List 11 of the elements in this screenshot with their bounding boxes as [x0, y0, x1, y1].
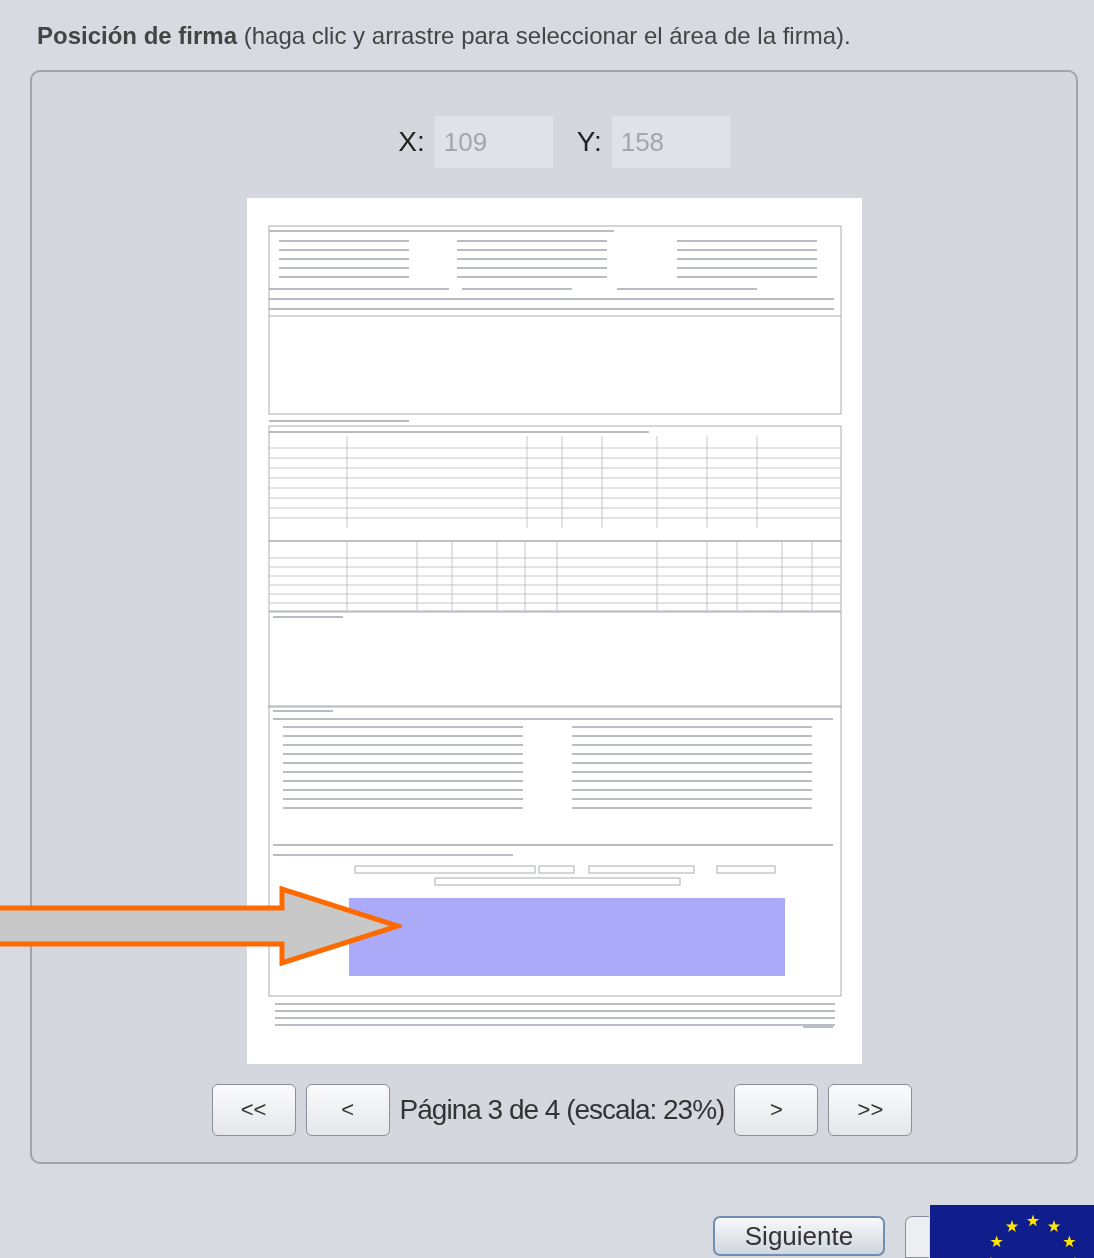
- last-page-button[interactable]: >>: [828, 1084, 913, 1136]
- first-page-button[interactable]: <<: [211, 1084, 296, 1136]
- flag-icon: [930, 1205, 1094, 1258]
- next-button[interactable]: Siguiente: [713, 1216, 885, 1256]
- coordinate-label: Y:: [576, 126, 602, 158]
- coordinate-label: X:: [398, 126, 425, 158]
- cut-off-button[interactable]: [905, 1216, 929, 1258]
- next-page-button[interactable]: >: [734, 1084, 819, 1136]
- section-title: Posición de firma (haga clic y arrastre para seleccionar el área de la firma).: [36, 21, 852, 51]
- page-indicator: Página 3 de 4 (escala: 23%): [399, 1094, 725, 1126]
- previous-page-button[interactable]: <: [305, 1084, 390, 1136]
